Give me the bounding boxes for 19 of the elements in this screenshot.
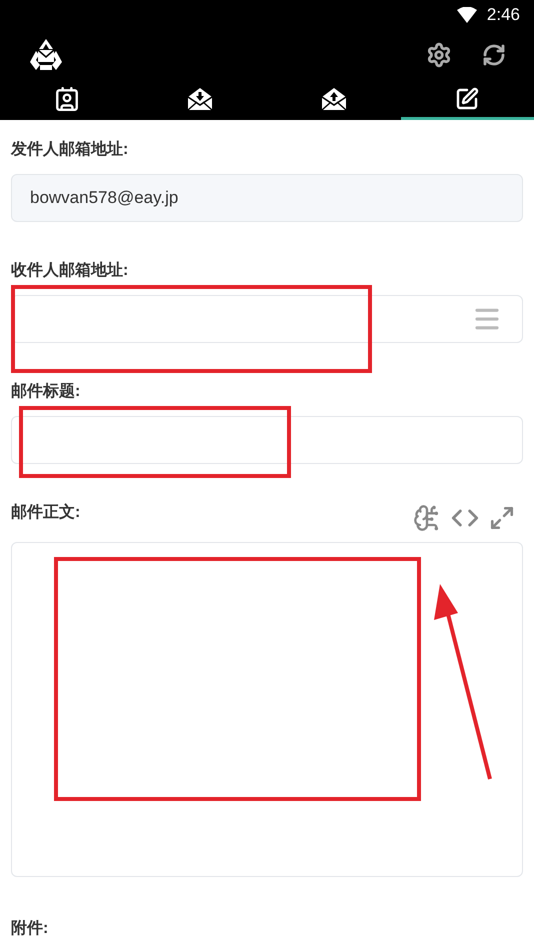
id-badge-icon	[54, 86, 80, 112]
wifi-icon	[456, 7, 477, 23]
settings-icon[interactable]	[426, 42, 452, 68]
edit-icon	[455, 86, 480, 110]
head-circuit-icon[interactable]	[413, 504, 441, 532]
envelope-up-arrow-icon	[320, 86, 347, 110]
envelope-down-arrow-icon	[187, 86, 214, 110]
text-field[interactable]: bowvan578@eay.jp	[11, 174, 523, 222]
field-label: 收件人邮箱地址:	[11, 262, 128, 280]
recycle-mail-logo[interactable]	[28, 38, 64, 72]
expand-icon[interactable]	[489, 505, 515, 531]
field-label: 附件:	[11, 920, 48, 937]
field-label: 发件人邮箱地址:	[11, 141, 128, 159]
body-editor[interactable]	[11, 542, 523, 877]
field-label: 邮件标题:	[11, 383, 80, 401]
field-label: 邮件正文:	[11, 504, 80, 522]
clock: 2:46	[486, 4, 520, 26]
refresh-icon[interactable]	[482, 43, 506, 67]
text-field[interactable]	[11, 416, 523, 464]
